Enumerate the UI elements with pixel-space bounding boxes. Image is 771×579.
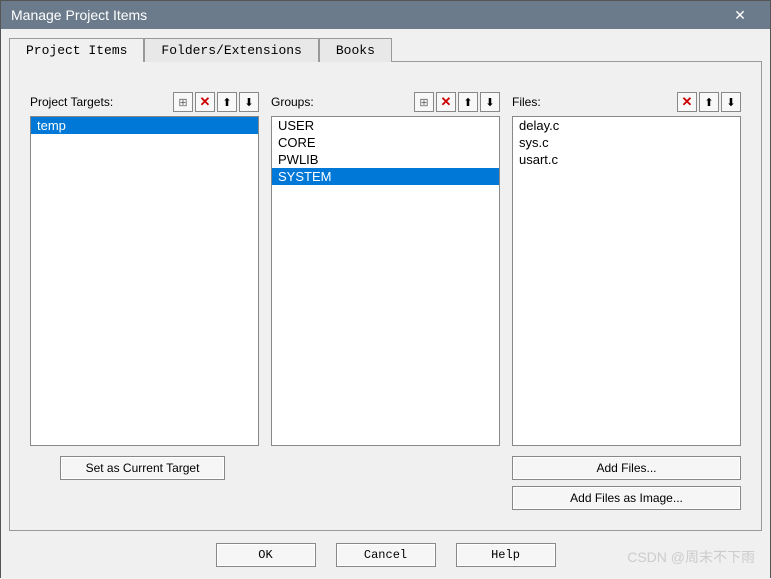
arrow-down-icon: ⬇ xyxy=(726,96,735,109)
groups-delete-button[interactable]: ✕ xyxy=(436,92,456,112)
add-files-image-button[interactable]: Add Files as Image... xyxy=(512,486,741,510)
tab-content: Project Targets: ⊞ ✕ ⬆ ⬇ temp Groups: ⊞ … xyxy=(9,61,762,531)
targets-new-button[interactable]: ⊞ xyxy=(173,92,193,112)
groups-up-button[interactable]: ⬆ xyxy=(458,92,478,112)
tab-books[interactable]: Books xyxy=(319,38,392,62)
col-targets-header: Project Targets: ⊞ ✕ ⬆ ⬇ xyxy=(30,90,259,114)
add-files-button[interactable]: Add Files... xyxy=(512,456,741,480)
close-icon: ✕ xyxy=(734,7,746,24)
files-delete-button[interactable]: ✕ xyxy=(677,92,697,112)
columns: Project Targets: ⊞ ✕ ⬆ ⬇ temp Groups: ⊞ … xyxy=(30,90,741,446)
col-targets: Project Targets: ⊞ ✕ ⬆ ⬇ temp xyxy=(30,90,259,446)
targets-list[interactable]: temp xyxy=(30,116,259,446)
titlebar: Manage Project Items ✕ xyxy=(1,1,770,29)
targets-delete-button[interactable]: ✕ xyxy=(195,92,215,112)
groups-list[interactable]: USER CORE PWLIB SYSTEM xyxy=(271,116,500,446)
list-item[interactable]: PWLIB xyxy=(272,151,499,168)
arrow-up-icon: ⬆ xyxy=(704,96,713,109)
targets-label: Project Targets: xyxy=(30,95,171,109)
groups-down-button[interactable]: ⬇ xyxy=(480,92,500,112)
col-groups-header: Groups: ⊞ ✕ ⬆ ⬇ xyxy=(271,90,500,114)
files-up-button[interactable]: ⬆ xyxy=(699,92,719,112)
list-item[interactable]: usart.c xyxy=(513,151,740,168)
set-current-target-button[interactable]: Set as Current Target xyxy=(60,456,225,480)
delete-icon: ✕ xyxy=(441,94,452,110)
files-down-button[interactable]: ⬇ xyxy=(721,92,741,112)
close-button[interactable]: ✕ xyxy=(720,1,760,29)
col-groups: Groups: ⊞ ✕ ⬆ ⬇ USER CORE PWLIB SYSTEM xyxy=(271,90,500,446)
cancel-button[interactable]: Cancel xyxy=(336,543,436,567)
watermark: CSDN @周末不下雨 xyxy=(627,547,755,567)
col-files-header: Files: ✕ ⬆ ⬇ xyxy=(512,90,741,114)
list-item[interactable]: USER xyxy=(272,117,499,134)
arrow-up-icon: ⬆ xyxy=(222,96,231,109)
window-title: Manage Project Items xyxy=(11,7,720,23)
new-icon: ⊞ xyxy=(419,96,428,109)
groups-new-button[interactable]: ⊞ xyxy=(414,92,434,112)
tabs-container: Project Items Folders/Extensions Books P… xyxy=(1,29,770,531)
list-item[interactable]: sys.c xyxy=(513,134,740,151)
footer: OK Cancel Help CSDN @周末不下雨 xyxy=(1,531,770,579)
col-files: Files: ✕ ⬆ ⬇ delay.c sys.c usart.c xyxy=(512,90,741,446)
tab-project-items[interactable]: Project Items xyxy=(9,38,144,62)
arrow-down-icon: ⬇ xyxy=(244,96,253,109)
tabs: Project Items Folders/Extensions Books xyxy=(9,37,762,61)
files-label: Files: xyxy=(512,95,675,109)
groups-label: Groups: xyxy=(271,95,412,109)
help-button[interactable]: Help xyxy=(456,543,556,567)
tab-folders-extensions[interactable]: Folders/Extensions xyxy=(144,38,318,62)
bottom-buttons: Set as Current Target Add Files... Add F… xyxy=(30,456,741,510)
arrow-down-icon: ⬇ xyxy=(485,96,494,109)
delete-icon: ✕ xyxy=(200,94,211,110)
targets-up-button[interactable]: ⬆ xyxy=(217,92,237,112)
list-item[interactable]: SYSTEM xyxy=(272,168,499,185)
arrow-up-icon: ⬆ xyxy=(463,96,472,109)
targets-down-button[interactable]: ⬇ xyxy=(239,92,259,112)
files-list[interactable]: delay.c sys.c usart.c xyxy=(512,116,741,446)
ok-button[interactable]: OK xyxy=(216,543,316,567)
list-item[interactable]: delay.c xyxy=(513,117,740,134)
delete-icon: ✕ xyxy=(682,94,693,110)
list-item[interactable]: CORE xyxy=(272,134,499,151)
dialog-window: Manage Project Items ✕ Project Items Fol… xyxy=(0,0,771,578)
list-item[interactable]: temp xyxy=(31,117,258,134)
new-icon: ⊞ xyxy=(178,96,187,109)
